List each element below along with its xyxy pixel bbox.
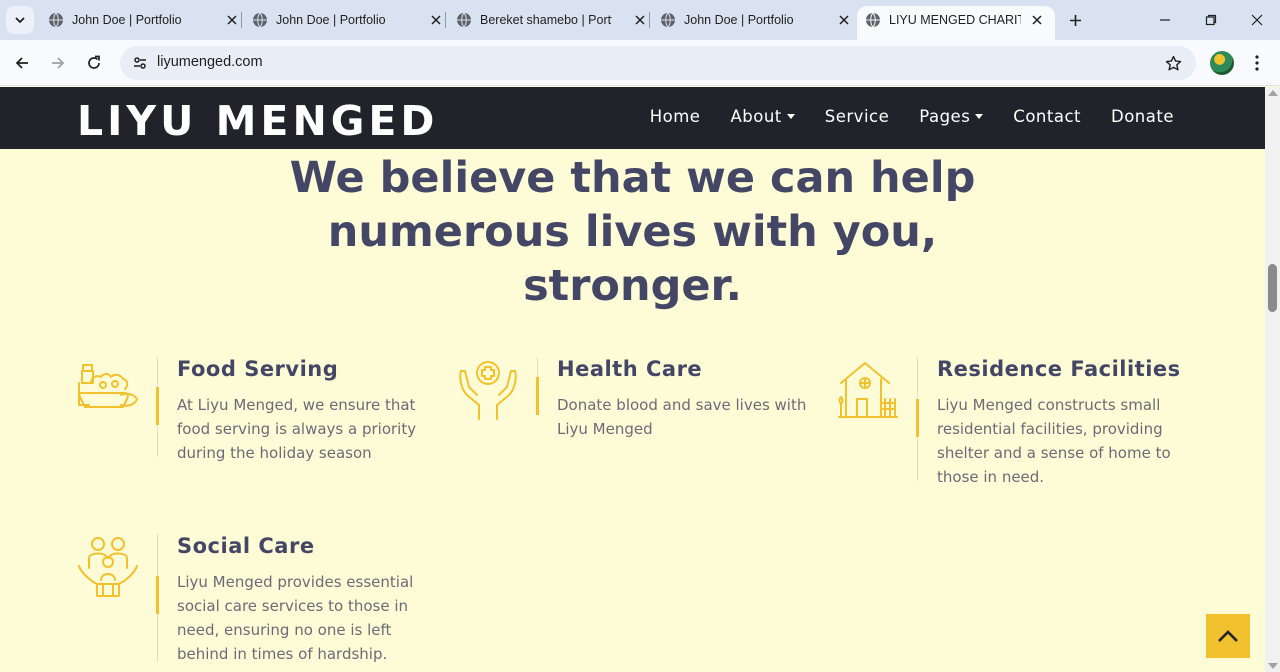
- arrow-left-icon: [15, 57, 28, 69]
- tab-title: John Doe | Portfolio: [276, 13, 386, 27]
- globe-icon: [866, 12, 880, 28]
- site-navbar: LIYU MENGED Home About Service Pages Con…: [0, 87, 1265, 149]
- feature-food-serving: Food Serving At Liyu Menged, we ensure t…: [77, 357, 437, 467]
- tab-separator: [445, 12, 446, 28]
- chevron-up-icon: [1218, 630, 1238, 642]
- url-text[interactable]: liyumenged.com: [157, 54, 263, 70]
- feature-accent: [916, 399, 919, 437]
- nav-pages-label: Pages: [919, 107, 971, 126]
- feature-accent: [536, 377, 539, 415]
- feature-health-care: Health Care Donate blood and save lives …: [457, 357, 817, 447]
- globe-icon: [253, 12, 267, 28]
- food-icon: [78, 364, 138, 408]
- tune-icon: [134, 57, 146, 69]
- feature-text: Liyu Menged constructs small residential…: [937, 396, 1171, 486]
- nav-home[interactable]: Home: [650, 107, 701, 126]
- reload-icon: [88, 55, 100, 69]
- house-icon: [838, 362, 898, 418]
- back-button[interactable]: [8, 49, 36, 77]
- feature-text: Donate blood and save lives with Liyu Me…: [557, 396, 807, 438]
- nav-home-label: Home: [649, 107, 701, 126]
- browser-tab[interactable]: John Doe | Portfolio: [652, 6, 854, 34]
- browser-tab[interactable]: John Doe | Portfolio: [40, 6, 242, 34]
- feature-title: Food Serving: [177, 357, 339, 381]
- family-icon: [78, 537, 138, 597]
- feature-residence-facilities: Residence Facilities Liyu Menged constru…: [837, 357, 1197, 487]
- close-icon: [1251, 14, 1263, 26]
- feature-social-care: Social Care Liyu Menged provides essenti…: [77, 534, 437, 664]
- globe-icon: [661, 12, 675, 28]
- browser-menu-button[interactable]: [1245, 51, 1269, 75]
- close-tab-icon[interactable]: [834, 10, 854, 30]
- nav-service-label: Service: [824, 107, 890, 126]
- bookmark-button[interactable]: [1162, 52, 1184, 74]
- globe-icon: [49, 12, 63, 28]
- feature-text: At Liyu Menged, we ensure that food serv…: [177, 396, 417, 462]
- new-tab-button[interactable]: [1064, 9, 1086, 31]
- tab-title: John Doe | Portfolio: [72, 13, 182, 27]
- globe-icon: [457, 12, 471, 28]
- web-page: LIYU MENGED Home About Service Pages Con…: [0, 87, 1265, 672]
- nav-service[interactable]: Service: [825, 107, 889, 126]
- restore-icon: [1205, 14, 1217, 26]
- address-bar[interactable]: liyumenged.com: [120, 46, 1196, 80]
- caret-down-icon: [786, 114, 795, 119]
- scroll-down-arrow-icon[interactable]: [1268, 663, 1278, 669]
- tab-title: John Doe | Portfolio: [684, 13, 794, 27]
- page-headline: We believe that we can help numerous liv…: [0, 151, 1265, 313]
- plus-icon: [1069, 14, 1081, 26]
- minimize-button[interactable]: [1142, 6, 1188, 34]
- feature-text: Liyu Menged provides essential social ca…: [177, 573, 414, 663]
- site-menu: Home About Service Pages Contact Donate: [620, 107, 1174, 126]
- caret-down-icon: [975, 114, 984, 119]
- page-scrollbar[interactable]: [1265, 87, 1280, 672]
- site-logo[interactable]: LIYU MENGED: [77, 97, 438, 145]
- nav-contact-label: Contact: [1013, 107, 1081, 126]
- close-tab-icon[interactable]: [426, 10, 446, 30]
- forward-button[interactable]: [44, 49, 72, 77]
- minimize-icon: [1160, 19, 1170, 21]
- tab-title: LIYU MENGED CHARITY: [889, 13, 1021, 27]
- feature-title: Health Care: [557, 357, 703, 381]
- chevron-down-icon: [15, 17, 25, 24]
- close-tab-icon[interactable]: [1027, 10, 1047, 30]
- nav-pages-dropdown[interactable]: Pages: [919, 107, 984, 126]
- close-tab-icon[interactable]: [222, 10, 242, 30]
- star-icon: [1165, 55, 1181, 70]
- scrollbar-thumb[interactable]: [1268, 264, 1277, 312]
- profile-avatar[interactable]: [1210, 51, 1234, 75]
- browser-tabstrip: John Doe | Portfolio John Doe | Portfoli…: [0, 0, 1280, 40]
- site-info-button[interactable]: [128, 51, 152, 75]
- browser-tab[interactable]: John Doe | Portfolio: [244, 6, 446, 34]
- reload-button[interactable]: [80, 49, 108, 77]
- browser-toolbar: liyumenged.com: [0, 40, 1280, 86]
- close-tab-icon[interactable]: [630, 10, 650, 30]
- nav-contact[interactable]: Contact: [1013, 107, 1081, 126]
- nav-donate-label: Donate: [1111, 107, 1174, 126]
- headline-line: numerous lives with you,: [327, 207, 938, 257]
- feature-accent: [156, 387, 159, 425]
- tab-separator: [649, 12, 650, 28]
- feature-title: Residence Facilities: [937, 357, 1181, 381]
- tab-separator: [241, 12, 242, 28]
- tab-search-button[interactable]: [6, 6, 34, 34]
- browser-tab-active[interactable]: LIYU MENGED CHARITY: [857, 6, 1055, 40]
- restore-button[interactable]: [1188, 6, 1234, 34]
- feature-title: Social Care: [177, 534, 315, 558]
- close-window-button[interactable]: [1234, 6, 1280, 34]
- feature-accent: [156, 576, 159, 614]
- headline-line: We believe that we can help: [289, 153, 976, 203]
- browser-tab[interactable]: Bereket shamebo | Portfolio: [448, 6, 650, 34]
- headline-line: stronger.: [523, 261, 742, 311]
- nav-about-dropdown[interactable]: About: [730, 107, 795, 126]
- nav-about-label: About: [730, 107, 782, 126]
- more-vertical-icon: [1255, 55, 1259, 71]
- scroll-up-arrow-icon[interactable]: [1268, 90, 1278, 96]
- nav-donate[interactable]: Donate: [1111, 107, 1174, 126]
- arrow-right-icon: [52, 57, 65, 69]
- tab-title: Bereket shamebo | Portfolio: [480, 13, 612, 27]
- health-care-icon: [459, 361, 517, 420]
- back-to-top-button[interactable]: [1206, 614, 1250, 658]
